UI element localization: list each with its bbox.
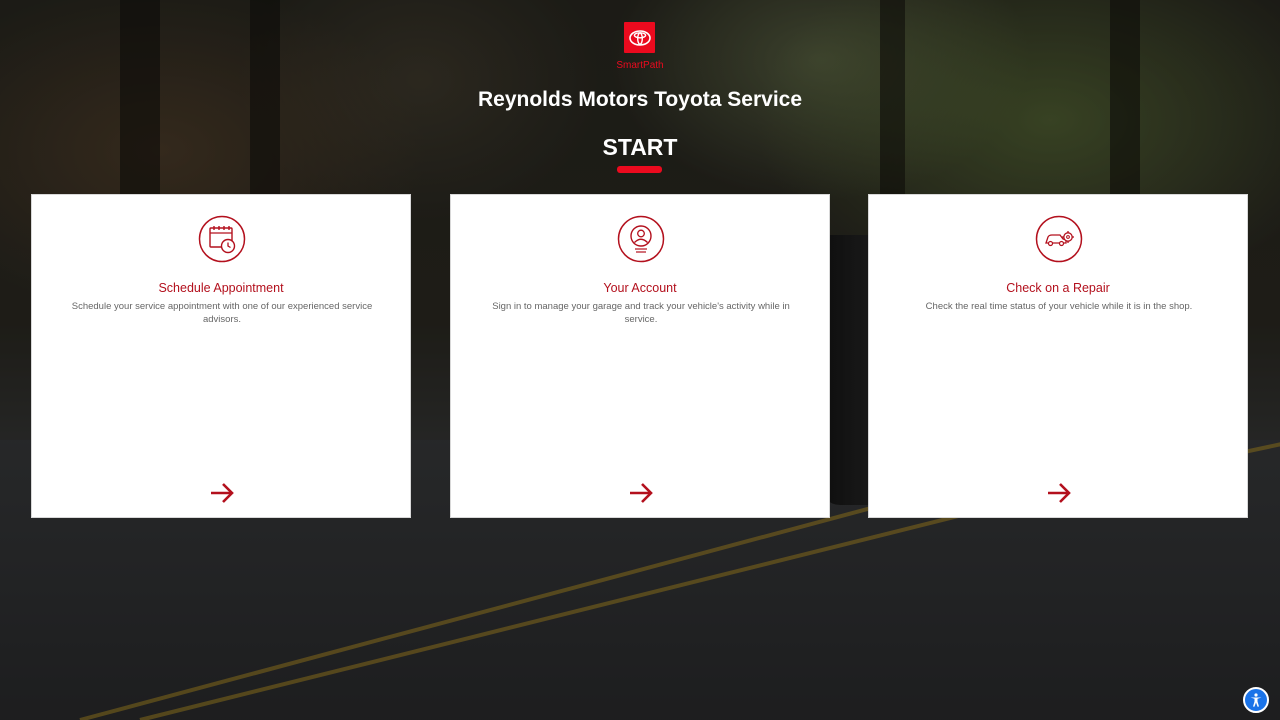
toyota-logo[interactable] xyxy=(624,22,655,53)
card-title: Schedule Appointment xyxy=(158,281,284,295)
logo-text: SmartPath xyxy=(616,60,664,71)
card-description: Check the real time status of your vehic… xyxy=(925,301,1193,312)
accessibility-button[interactable] xyxy=(1243,687,1269,713)
accessibility-icon xyxy=(1250,693,1262,707)
check-on-repair-card[interactable]: Check on a Repair Check the real time st… xyxy=(868,194,1248,518)
user-account-icon xyxy=(617,215,665,263)
page-heading: START xyxy=(602,134,678,160)
arrow-right-icon[interactable] xyxy=(627,481,655,505)
car-repair-icon xyxy=(1035,215,1083,263)
card-title: Check on a Repair xyxy=(1006,281,1110,295)
arrow-right-icon[interactable] xyxy=(1045,481,1073,505)
arrow-right-icon[interactable] xyxy=(208,481,236,505)
card-title: Your Account xyxy=(603,281,677,295)
heading-underline xyxy=(617,166,662,173)
card-description: Sign in to manage your garage and track … xyxy=(492,301,790,325)
toyota-emblem-icon xyxy=(628,29,651,46)
card-description: Schedule your service appointment with o… xyxy=(71,301,373,325)
calendar-clock-icon xyxy=(198,215,246,263)
schedule-appointment-card[interactable]: Schedule Appointment Schedule your servi… xyxy=(31,194,411,518)
site-title: Reynolds Motors Toyota Service xyxy=(477,88,803,111)
your-account-card[interactable]: Your Account Sign in to manage your gara… xyxy=(450,194,830,518)
